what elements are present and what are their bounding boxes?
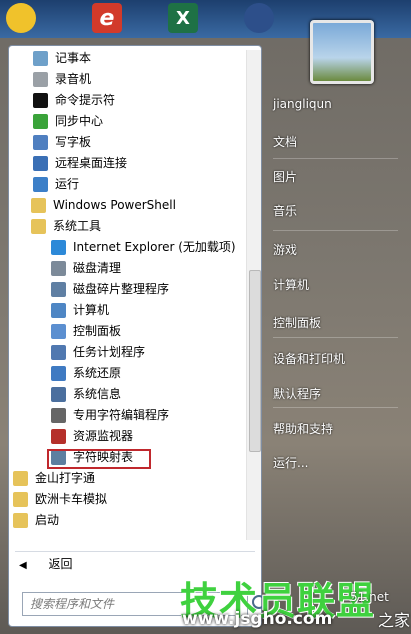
watermark-small: 51.net: [350, 590, 389, 604]
browser-e-glyph: e: [99, 5, 115, 31]
right-menu-item[interactable]: 默认程序: [273, 385, 321, 402]
computer-icon: [51, 303, 66, 318]
excel-icon[interactable]: X: [168, 3, 198, 33]
watermark-suffix: 之家: [378, 611, 411, 630]
right-separator: [273, 230, 398, 231]
wordpad-icon: [33, 135, 48, 150]
right-menu-item[interactable]: 计算机: [273, 276, 309, 293]
clock-icon: [51, 345, 66, 360]
excel-glyph: X: [176, 7, 190, 29]
program-label: Windows PowerShell: [53, 198, 176, 212]
run-icon: [33, 177, 48, 192]
restore-icon: [51, 366, 66, 381]
program-label: 写字板: [55, 135, 92, 149]
watermark-url: www.jsgho.com: [182, 609, 333, 629]
right-menu-item[interactable]: 图片: [273, 168, 297, 185]
program-label: 远程桌面连接: [55, 156, 128, 170]
right-menu-item[interactable]: 运行...: [273, 454, 308, 471]
program-label: 金山打字通: [35, 471, 96, 485]
qq-icon[interactable]: [6, 3, 36, 33]
right-menu-item[interactable]: 音乐: [273, 202, 297, 219]
program-label: 任务计划程序: [73, 345, 146, 359]
folder-icon: [13, 471, 28, 486]
browser-e-icon[interactable]: e: [92, 3, 122, 33]
program-label: 欧洲卡车模拟: [35, 492, 108, 506]
folder-icon: [31, 219, 46, 234]
right-separator: [273, 337, 398, 338]
app-icon[interactable]: [244, 3, 274, 33]
edit-icon: [51, 408, 66, 423]
right-pane: jiangliqun 文档图片音乐游戏计算机控制面板设备和打印机 默认程序帮助和支持…: [265, 20, 411, 634]
folder-icon: [13, 513, 28, 528]
right-menu-item[interactable]: 设备和打印机: [273, 350, 345, 367]
program-label: 磁盘清理: [73, 261, 122, 275]
user-name[interactable]: jiangliqun: [273, 97, 332, 111]
right-menu-item[interactable]: 游戏: [273, 241, 297, 258]
search-placeholder: 搜索程序和文件: [30, 597, 115, 611]
right-menu-item[interactable]: 控制面板: [273, 314, 321, 331]
cmd-icon: [33, 93, 48, 108]
avatar[interactable]: [310, 20, 374, 84]
disk-cleanup-icon: [51, 261, 66, 276]
right-menu-item[interactable]: 帮助和支持: [273, 420, 333, 437]
program-label: 系统还原: [73, 366, 122, 380]
monitor-icon: [51, 429, 66, 444]
info-icon: [51, 387, 66, 402]
program-label: 启动: [35, 513, 60, 527]
notepad-icon: [33, 51, 48, 66]
program-label: 资源监视器: [73, 429, 134, 443]
right-menu-item[interactable]: 文档: [273, 133, 297, 150]
microphone-icon: [33, 72, 48, 87]
defrag-icon: [51, 282, 66, 297]
folder-icon: [31, 198, 46, 213]
ie-icon: [51, 240, 66, 255]
scrollbar[interactable]: [246, 50, 261, 540]
program-label: 录音机: [55, 72, 92, 86]
highlight-box: [47, 449, 151, 469]
program-label: 运行: [55, 177, 80, 191]
scrollbar-thumb[interactable]: [249, 270, 261, 452]
program-label: 同步中心: [55, 114, 104, 128]
back-arrow-icon: ◀: [19, 560, 27, 571]
program-label: 磁盘碎片整理程序: [73, 282, 170, 296]
program-label: Internet Explorer (无加载项): [73, 240, 236, 254]
right-separator: [273, 158, 398, 159]
program-label: 专用字符编辑程序: [73, 408, 170, 422]
back-button[interactable]: ◀ 返回: [19, 552, 73, 576]
sync-icon: [33, 114, 48, 129]
program-label: 系统信息: [73, 387, 122, 401]
programs-pane: 记事本录音机命令提示符同步中心写字板远程桌面连接 运行 Windows PowerS…: [8, 45, 266, 627]
program-label: 计算机: [73, 303, 110, 317]
program-label: 记事本: [55, 51, 92, 65]
back-label: 返回: [48, 557, 73, 571]
control-panel-icon: [51, 324, 66, 339]
program-list: 记事本录音机命令提示符同步中心写字板远程桌面连接 运行 Windows PowerS…: [9, 46, 247, 546]
right-separator: [273, 407, 398, 408]
folder-icon: [13, 492, 28, 507]
program-label: 命令提示符: [55, 93, 116, 107]
program-label: 控制面板: [73, 324, 122, 338]
program-label: 系统工具: [53, 219, 102, 233]
remote-desktop-icon: [33, 156, 48, 171]
